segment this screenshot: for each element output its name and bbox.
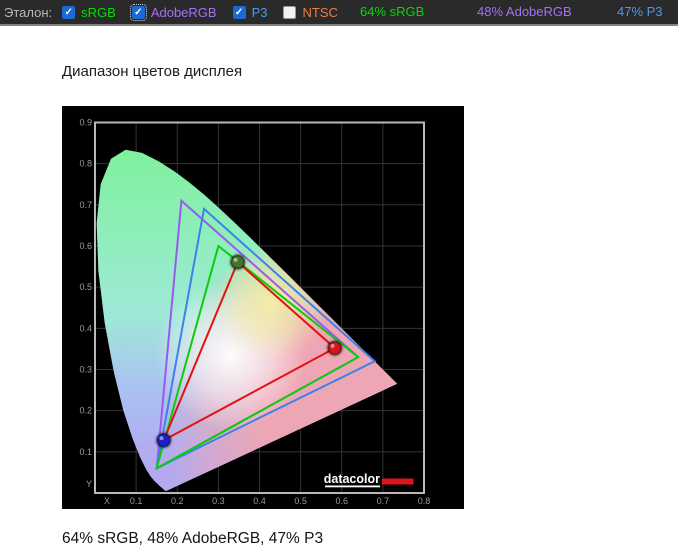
stat-srgb-coverage: 64% sRGB [360, 0, 424, 24]
y-tick-label: 0.2 [79, 406, 92, 416]
checkbox-label: AdobeRGB [151, 5, 217, 20]
reference-label: Эталон: [4, 5, 52, 20]
x-tick-label: 0.2 [171, 496, 184, 506]
spectral-locus-fill [62, 106, 464, 509]
reference-checkbox-adobergb[interactable]: ✓ AdobeRGB [132, 5, 217, 20]
y-tick-label: 0.8 [79, 159, 92, 169]
checkbox-label: NTSC [302, 5, 337, 20]
checkbox-icon[interactable]: ✓ [233, 6, 246, 19]
x-tick-label: 0.1 [130, 496, 143, 506]
checkbox-icon[interactable] [283, 6, 296, 19]
y-tick-label: 0.3 [79, 364, 92, 374]
logo-red-bar [382, 479, 414, 485]
y-tick-label: 0.4 [79, 323, 92, 333]
measured-green-primary-dot [231, 256, 244, 269]
reference-checkbox-ntsc[interactable]: NTSC [283, 5, 337, 20]
checkbox-icon[interactable]: ✓ [62, 6, 75, 19]
checkbox-label: sRGB [81, 5, 116, 20]
stat-p3-coverage: 47% P3 [617, 0, 663, 24]
y-tick-label: 0.7 [79, 200, 92, 210]
x-tick-label: 0.6 [335, 496, 348, 506]
checkbox-icon[interactable]: ✓ [132, 6, 145, 19]
stat-adobergb-coverage: 48% AdobeRGB [477, 0, 572, 24]
reference-checkbox-p3[interactable]: ✓ P3 [233, 5, 268, 20]
reference-checkbox-srgb[interactable]: ✓ sRGB [62, 5, 116, 20]
y-tick-label: 0.9 [79, 117, 92, 127]
gamut-chart-panel: 0.1 0.2 0.3 0.4 0.5 0.6 0.7 0.8 0.9 Y 0.1 0.2 0.3 0.4… [62, 106, 464, 509]
x-tick-label: 0.5 [294, 496, 307, 506]
x-tick-label: 0.4 [253, 496, 266, 506]
x-tick-label: 0.7 [377, 496, 390, 506]
checkbox-label: P3 [252, 5, 268, 20]
x-tick-label: 0.8 [418, 496, 431, 506]
y-axis-label: Y [86, 479, 92, 489]
datacolor-logo: datacolor [324, 472, 380, 486]
logo-underline [325, 486, 380, 488]
reference-toolbar: Эталон: ✓ sRGB ✓ AdobeRGB ✓ P3 NTSC 64% … [0, 0, 678, 26]
measured-red-primary-dot [328, 342, 341, 355]
x-tick-label: 0.3 [212, 496, 225, 506]
coverage-summary: 64% sRGB, 48% AdobeRGB, 47% P3 [62, 530, 323, 548]
measured-blue-primary-dot [157, 434, 170, 447]
x-axis-label: X [104, 496, 110, 506]
page-title: Диапазон цветов дисплея [62, 63, 242, 80]
cie-chromaticity-chart: 0.1 0.2 0.3 0.4 0.5 0.6 0.7 0.8 0.9 Y 0.1 0.2 0.3 0.4… [62, 106, 464, 509]
y-tick-label: 0.6 [79, 241, 92, 251]
y-tick-label: 0.1 [79, 447, 92, 457]
y-tick-label: 0.5 [79, 282, 92, 292]
